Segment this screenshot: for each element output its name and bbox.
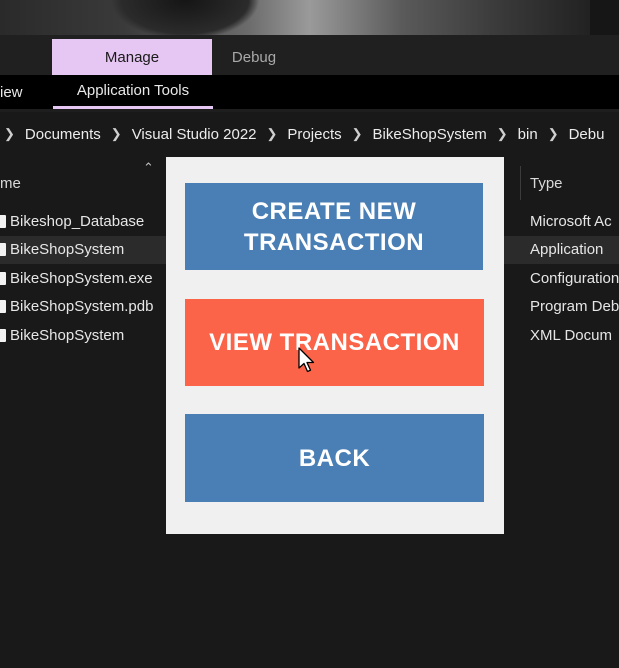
back-label: BACK (298, 444, 371, 472)
ribbon-tab-bar: Manage Debug (0, 35, 619, 75)
breadcrumb-bikeshopsystem[interactable]: BikeShopSystem (373, 126, 487, 143)
view-transaction-button[interactable]: VIEW TRANSACTION (185, 299, 484, 386)
app-screen: Manage Debug iew Application Tools ❯ Doc… (0, 0, 619, 668)
ribbon-sub-bar: iew Application Tools (0, 75, 619, 109)
file-type: Application (530, 241, 604, 258)
desktop-background-image (0, 0, 619, 40)
chevron-right-icon: ❯ (4, 126, 15, 141)
column-header-name-label: me (0, 174, 21, 192)
column-divider[interactable] (520, 166, 521, 200)
file-type: Program Deb (530, 298, 619, 315)
file-icon (0, 300, 6, 313)
file-icon (0, 272, 6, 285)
breadcrumb-projects[interactable]: Projects (287, 126, 341, 143)
background-shape (590, 0, 619, 35)
view-transaction-label: VIEW TRANSACTION (209, 329, 460, 356)
file-name: BikeShopSystem (10, 327, 125, 344)
file-name: Bikeshop_Database (10, 213, 145, 230)
tab-view-label: iew (0, 83, 23, 101)
tab-view[interactable]: iew (0, 75, 48, 109)
create-new-transaction-label: CREATE NEW TRANSACTION (243, 197, 425, 256)
breadcrumb-bin[interactable]: bin (518, 126, 538, 143)
tab-debug[interactable]: Debug (212, 39, 296, 75)
file-icon (0, 329, 6, 342)
column-header-type[interactable]: Type (530, 166, 563, 200)
breadcrumb-documents[interactable]: Documents (25, 126, 101, 143)
breadcrumb-debug[interactable]: Debu (569, 126, 605, 143)
create-new-transaction-button[interactable]: CREATE NEW TRANSACTION (185, 183, 483, 270)
file-name: BikeShopSystem.pdb (10, 298, 154, 315)
breadcrumb-visual-studio[interactable]: Visual Studio 2022 (132, 126, 257, 143)
tab-application-tools[interactable]: Application Tools (53, 75, 213, 109)
chevron-right-icon: ❯ (110, 126, 122, 141)
mouse-pointer-icon (298, 347, 315, 373)
file-type: XML Docum (530, 327, 612, 344)
background-shape (110, 0, 260, 40)
tab-manage[interactable]: Manage (52, 39, 212, 75)
back-button[interactable]: BACK (185, 414, 484, 502)
column-header-name[interactable]: me (0, 166, 21, 200)
file-icon (0, 243, 6, 256)
chevron-right-icon: ❯ (496, 126, 508, 141)
chevron-right-icon: ❯ (547, 126, 559, 141)
file-type: Microsoft Ac (530, 213, 612, 230)
file-name: BikeShopSystem (10, 241, 125, 258)
sort-ascending-icon: ⌃ (143, 160, 154, 175)
file-type: Configuration (530, 270, 619, 287)
transaction-menu-window: CREATE NEW TRANSACTION VIEW TRANSACTION … (166, 157, 504, 534)
chevron-right-icon: ❯ (351, 126, 363, 141)
file-icon (0, 215, 6, 228)
file-name: BikeShopSystem.exe (10, 270, 153, 287)
address-bar[interactable]: ❯ Documents ❯ Visual Studio 2022 ❯ Proje… (0, 112, 619, 156)
chevron-right-icon: ❯ (266, 126, 278, 141)
